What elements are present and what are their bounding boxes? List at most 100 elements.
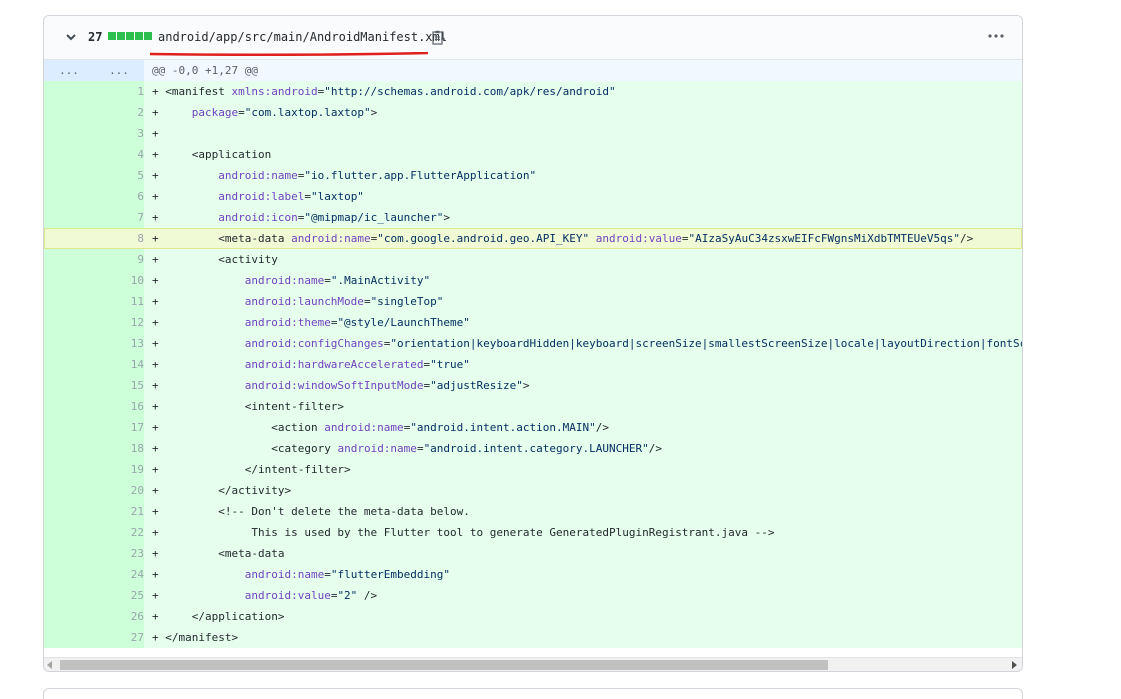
old-line-number[interactable]	[44, 396, 94, 417]
old-line-number[interactable]	[44, 438, 94, 459]
expand-up-new[interactable]: ...	[94, 60, 144, 81]
old-line-number[interactable]	[44, 627, 94, 648]
code-token: <!-- Don't delete the meta-data below.	[218, 505, 470, 518]
old-line-number[interactable]	[44, 165, 94, 186]
diff-line: 6 + android:label="laxtop"	[44, 186, 1022, 207]
code-token: "true"	[430, 358, 470, 371]
code-token: =	[324, 274, 331, 287]
new-line-number[interactable]: 12	[94, 312, 144, 333]
code-token: +	[152, 274, 245, 287]
new-line-number[interactable]: 6	[94, 186, 144, 207]
code-token: android:configChanges	[244, 337, 384, 350]
new-line-number[interactable]: 1	[94, 81, 144, 102]
new-line-number[interactable]: 5	[94, 165, 144, 186]
kebab-horizontal-icon[interactable]	[986, 28, 1006, 44]
old-line-number[interactable]	[44, 606, 94, 627]
code-line: + </manifest>	[144, 627, 1022, 648]
code-token: </intent-filter>	[244, 463, 351, 476]
code-token: +	[152, 358, 245, 371]
old-line-number[interactable]	[44, 228, 94, 249]
code-token: android:name	[291, 232, 371, 245]
old-line-number[interactable]	[44, 102, 94, 123]
old-line-number[interactable]	[44, 522, 94, 543]
new-line-number[interactable]: 24	[94, 564, 144, 585]
diff-line: 18 + <category android:name="android.inte…	[44, 438, 1022, 459]
old-line-number[interactable]	[44, 543, 94, 564]
code-token: "orientation|keyboardHidden|keyboard|scr…	[390, 337, 1022, 350]
old-line-number[interactable]	[44, 312, 94, 333]
old-line-number[interactable]	[44, 417, 94, 438]
code-token: +	[152, 463, 245, 476]
new-line-number[interactable]: 8	[94, 228, 144, 249]
old-line-number[interactable]	[44, 207, 94, 228]
diff-line: 4 + <application	[44, 144, 1022, 165]
code-token: <manifest	[165, 85, 232, 98]
new-line-number[interactable]: 22	[94, 522, 144, 543]
code-token: "adjustResize"	[430, 379, 523, 392]
old-line-number[interactable]	[44, 333, 94, 354]
new-line-number[interactable]: 16	[94, 396, 144, 417]
new-line-number[interactable]: 18	[94, 438, 144, 459]
code-token: android:name	[337, 442, 417, 455]
code-token: +	[152, 232, 219, 245]
code-line: + <category android:name="android.intent…	[144, 438, 1022, 459]
scroll-left-arrow-icon[interactable]	[47, 661, 52, 669]
code-token: xmlns:android	[231, 85, 318, 98]
new-line-number[interactable]: 25	[94, 585, 144, 606]
chevron-down-icon[interactable]	[64, 30, 78, 44]
old-line-number[interactable]	[44, 249, 94, 270]
old-line-number[interactable]	[44, 291, 94, 312]
diff-line: 8 + <meta-data android:name="com.google.a…	[44, 228, 1022, 249]
new-line-number[interactable]: 9	[94, 249, 144, 270]
code-line: + </intent-filter>	[144, 459, 1022, 480]
code-token: +	[152, 106, 192, 119]
old-line-number[interactable]	[44, 144, 94, 165]
new-line-number[interactable]: 13	[94, 333, 144, 354]
code-token: "io.flutter.app.FlutterApplication"	[304, 169, 537, 182]
new-line-number[interactable]: 14	[94, 354, 144, 375]
new-line-number[interactable]: 17	[94, 417, 144, 438]
old-line-number[interactable]	[44, 375, 94, 396]
old-line-number[interactable]	[44, 270, 94, 291]
old-line-number[interactable]	[44, 585, 94, 606]
new-line-number[interactable]: 19	[94, 459, 144, 480]
code-token: =	[416, 442, 424, 455]
scroll-right-arrow-icon[interactable]	[1012, 661, 1017, 669]
diffstat-block	[117, 32, 125, 40]
scrollbar-thumb[interactable]	[60, 660, 828, 670]
code-token: </application>	[191, 610, 285, 623]
old-line-number[interactable]	[44, 123, 94, 144]
code-token: android:value	[595, 232, 682, 245]
old-line-number[interactable]	[44, 459, 94, 480]
clipboard-copy-icon[interactable]	[432, 30, 445, 45]
old-line-number[interactable]	[44, 186, 94, 207]
code-token: android:theme	[244, 316, 331, 329]
new-line-number[interactable]: 23	[94, 543, 144, 564]
old-line-number[interactable]	[44, 81, 94, 102]
code-token: +	[152, 610, 192, 623]
diff-line: 17 + <action android:name="android.intent…	[44, 417, 1022, 438]
code-token: android:windowSoftInputMode	[244, 379, 424, 392]
new-line-number[interactable]: 11	[94, 291, 144, 312]
new-line-number[interactable]: 20	[94, 480, 144, 501]
new-line-number[interactable]: 27	[94, 627, 144, 648]
diffstat-block	[144, 32, 152, 40]
new-line-number[interactable]: 10	[94, 270, 144, 291]
new-line-number[interactable]: 15	[94, 375, 144, 396]
new-line-number[interactable]: 7	[94, 207, 144, 228]
old-line-number[interactable]	[44, 501, 94, 522]
file-path-link[interactable]: android/app/src/main/AndroidManifest.xml	[158, 30, 447, 44]
new-line-number[interactable]: 21	[94, 501, 144, 522]
new-line-number[interactable]: 4	[94, 144, 144, 165]
new-line-number[interactable]: 2	[94, 102, 144, 123]
old-line-number[interactable]	[44, 564, 94, 585]
diff-line: 23 + <meta-data	[44, 543, 1022, 564]
old-line-number[interactable]	[44, 480, 94, 501]
new-line-number[interactable]: 26	[94, 606, 144, 627]
horizontal-scrollbar[interactable]	[44, 657, 1022, 671]
old-line-number[interactable]	[44, 354, 94, 375]
code-line: + android:launchMode="singleTop"	[144, 291, 1022, 312]
code-token: +	[152, 85, 166, 98]
new-line-number[interactable]: 3	[94, 123, 144, 144]
expand-up-old[interactable]: ...	[44, 60, 94, 81]
